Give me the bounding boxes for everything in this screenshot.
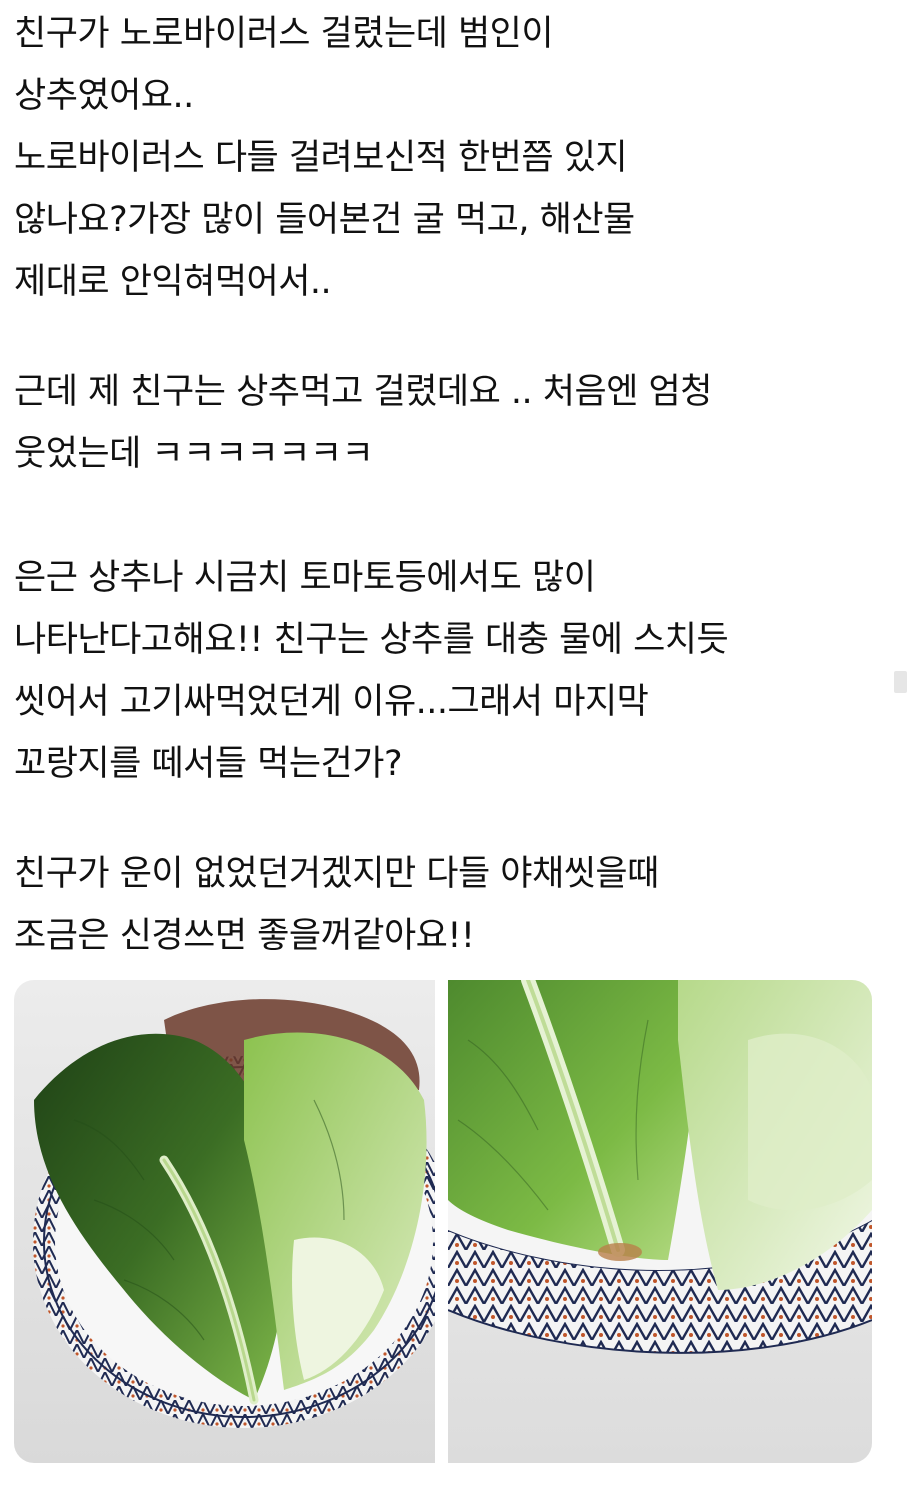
post-line: 제대로 안익혀먹어서.. <box>14 262 332 302</box>
lettuce-closeup-image <box>448 980 872 1463</box>
post-paragraph-2: 근데 제 친구는 상추먹고 걸렸데요 .. 처음엔 엄청 웃었는데 ㅋㅋㅋㅋㅋㅋ… <box>14 361 712 485</box>
post-line: 친구가 노로바이러스 걸렸는데 범인이 <box>14 14 554 54</box>
post-line: 나타난다고해요!! 친구는 상추를 대충 물에 스치듯 <box>14 620 729 660</box>
post-line: 은근 상추나 시금치 토마토등에서도 많이 <box>14 558 596 598</box>
scrollbar-thumb[interactable] <box>894 671 907 693</box>
post-paragraph-3: 은근 상추나 시금치 토마토등에서도 많이 나타난다고해요!! 친구는 상추를 … <box>14 547 729 795</box>
lettuce-photo-2[interactable] <box>448 980 872 1463</box>
lettuce-plate-image <box>14 980 435 1463</box>
post-line: 웃었는데 ㅋㅋㅋㅋㅋㅋㅋ <box>14 434 374 474</box>
lettuce-photo-1[interactable] <box>14 980 435 1463</box>
post-paragraph-4: 친구가 운이 없었던거겠지만 다들 야채씻을때 조금은 신경쓰면 좋을꺼같아요!… <box>14 843 659 967</box>
post-line: 근데 제 친구는 상추먹고 걸렸데요 .. 처음엔 엄청 <box>14 372 712 412</box>
post-line: 친구가 운이 없었던거겠지만 다들 야채씻을때 <box>14 854 659 894</box>
post-line: 않나요?가장 많이 들어본건 굴 먹고, 해산물 <box>14 200 635 240</box>
post-line: 씻어서 고기싸먹었던게 이유...그래서 마지막 <box>14 682 649 722</box>
post-line: 꼬랑지를 떼서들 먹는건가? <box>14 744 403 784</box>
post-line: 조금은 신경쓰면 좋을꺼같아요!! <box>14 916 475 956</box>
post-line: 노로바이러스 다들 걸려보신적 한번쯤 있지 <box>14 138 628 178</box>
post-line: 상추였어요.. <box>14 76 194 116</box>
post-paragraph-1: 친구가 노로바이러스 걸렸는데 범인이 상추였어요.. 노로바이러스 다들 걸려… <box>14 3 635 313</box>
media-gallery <box>14 980 872 1463</box>
